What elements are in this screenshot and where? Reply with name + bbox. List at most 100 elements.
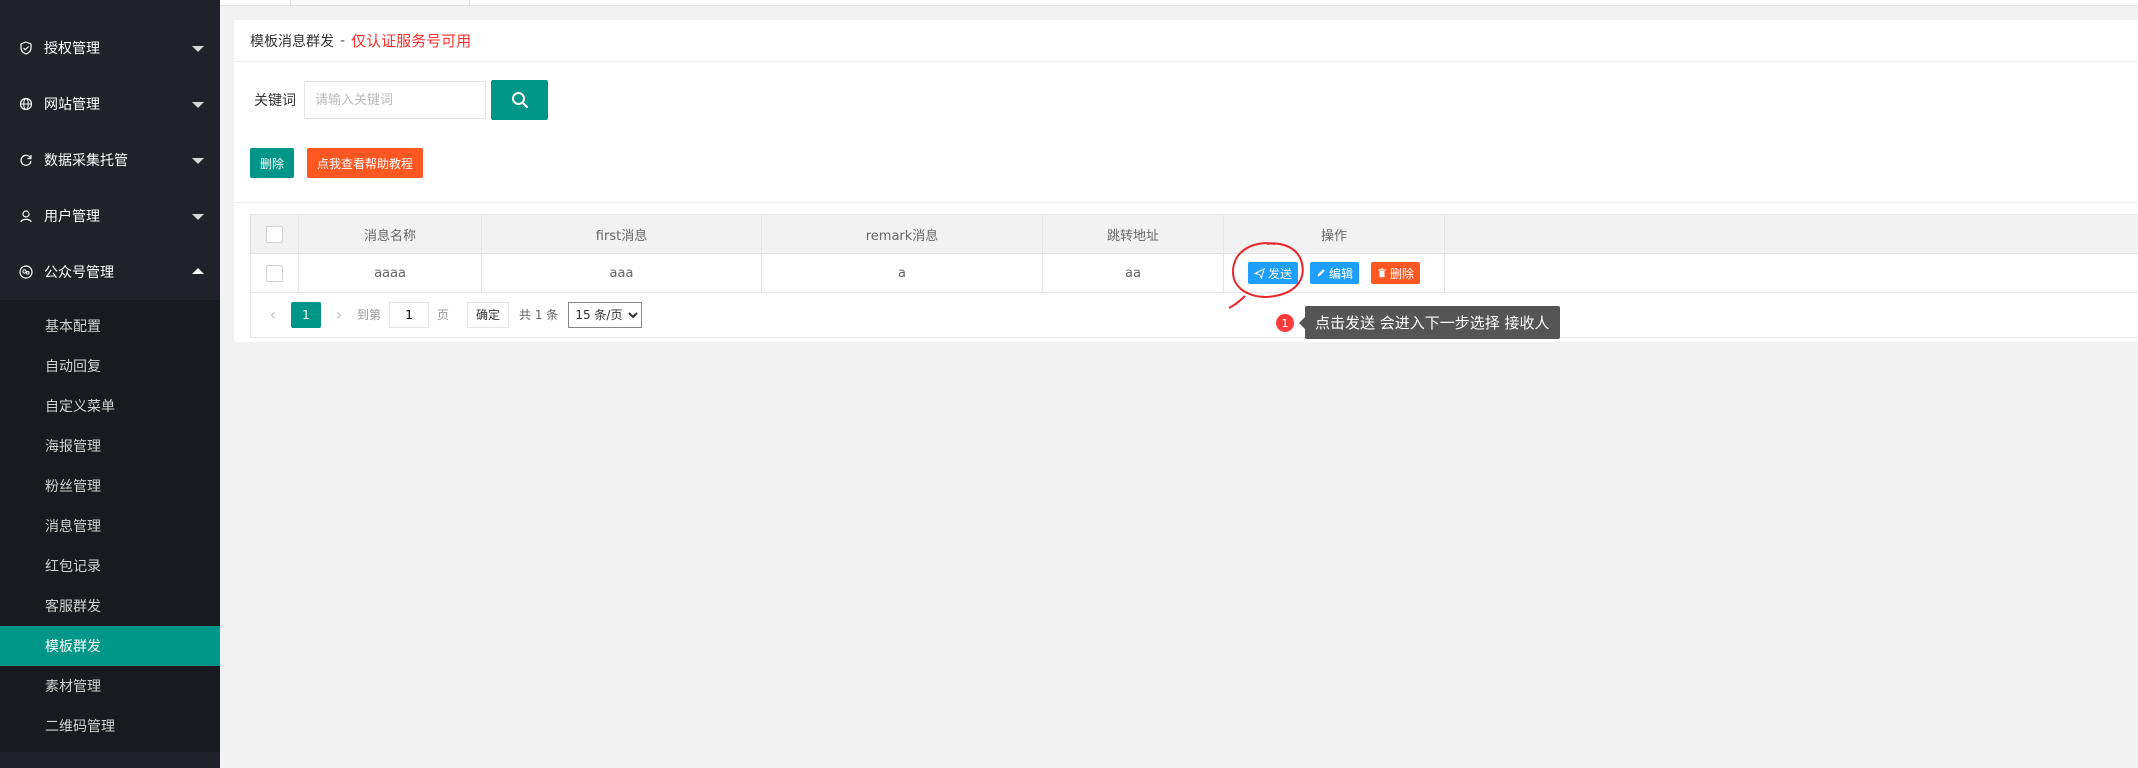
table-header-row: 消息名称 first消息 remark消息 跳转地址 操作 bbox=[251, 215, 2138, 254]
sidebar-item-auto-reply[interactable]: 自动回复 bbox=[0, 346, 220, 386]
chevron-down-icon bbox=[192, 46, 204, 52]
sidebar-item-messages[interactable]: 消息管理 bbox=[0, 506, 220, 546]
sidebar-item-materials[interactable]: 素材管理 bbox=[0, 666, 220, 706]
chevron-down-icon bbox=[192, 158, 204, 164]
refresh-icon bbox=[18, 152, 34, 168]
keyword-label: 关键词 bbox=[254, 93, 296, 109]
annotation-badge: 1 bbox=[1276, 314, 1294, 332]
column-header: first消息 bbox=[482, 215, 762, 253]
trash-icon bbox=[1378, 268, 1386, 278]
prev-page-icon[interactable]: ‹ bbox=[263, 305, 283, 324]
cell-remark: a bbox=[762, 254, 1043, 292]
sidebar-item-label: 基本配置 bbox=[45, 319, 101, 335]
search-icon bbox=[511, 92, 528, 109]
sidebar-item-label: 二维码管理 bbox=[45, 719, 115, 735]
column-header: 消息名称 bbox=[299, 215, 482, 253]
sidebar-group-authorization[interactable]: 授权管理 bbox=[0, 20, 220, 76]
sidebar-submenu: 基本配置 自动回复 自定义菜单 海报管理 粉丝管理 消息管理 红包记录 客服群发… bbox=[0, 300, 220, 752]
app-root: 授权管理 网站管理 数据采集托管 用户管理 公众号管理 基本配置 自动回复 自定… bbox=[0, 0, 2138, 768]
chevron-down-icon bbox=[192, 102, 204, 108]
toolbar: 删除 点我查看帮助教程 bbox=[250, 148, 436, 178]
row-checkbox[interactable] bbox=[266, 264, 283, 282]
table-row: aaaa aaa a aa 发送 编辑 删除 bbox=[251, 254, 2138, 293]
send-button[interactable]: 发送 bbox=[1247, 262, 1298, 284]
sidebar-item-label: 消息管理 bbox=[45, 519, 101, 535]
goto-label: 到第 bbox=[357, 308, 382, 322]
pencil-icon bbox=[1317, 269, 1325, 277]
header-checkbox-cell bbox=[251, 215, 299, 253]
column-header: remark消息 bbox=[762, 215, 1043, 253]
cell-actions: 发送 编辑 删除 bbox=[1224, 254, 1445, 292]
sidebar-item-poster[interactable]: 海报管理 bbox=[0, 426, 220, 466]
template-message-table: 消息名称 first消息 remark消息 跳转地址 操作 aaaa aaa a… bbox=[250, 214, 2138, 293]
cell-first: aaa bbox=[482, 254, 762, 292]
sidebar-item-label: 自定义菜单 bbox=[45, 399, 115, 415]
sidebar-item-label: 客服群发 bbox=[45, 599, 101, 615]
sidebar-group-label: 公众号管理 bbox=[44, 265, 114, 281]
shield-check-icon bbox=[18, 40, 34, 56]
search-row: 关键词 bbox=[254, 80, 548, 120]
chevron-up-icon bbox=[192, 268, 204, 274]
sidebar-group-website[interactable]: 网站管理 bbox=[0, 76, 220, 132]
page-size-select[interactable]: 15 条/页 bbox=[568, 301, 643, 328]
header-filler bbox=[1445, 215, 2138, 253]
sidebar-item-red-packet[interactable]: 红包记录 bbox=[0, 546, 220, 586]
column-header: 操作 bbox=[1224, 215, 1445, 253]
user-icon bbox=[18, 208, 34, 224]
cell-url: aa bbox=[1043, 254, 1224, 292]
sidebar-item-template-broadcast[interactable]: 模板群发 bbox=[0, 626, 220, 666]
send-icon bbox=[1253, 267, 1265, 279]
chevron-down-icon bbox=[192, 214, 204, 220]
sidebar-group-users[interactable]: 用户管理 bbox=[0, 188, 220, 244]
sidebar-item-service-broadcast[interactable]: 客服群发 bbox=[0, 586, 220, 626]
next-page-icon[interactable]: › bbox=[329, 305, 349, 324]
wechat-icon bbox=[18, 264, 34, 280]
delete-row-button[interactable]: 删除 bbox=[1371, 262, 1421, 284]
sidebar-group-data-collection[interactable]: 数据采集托管 bbox=[0, 132, 220, 188]
column-header: 跳转地址 bbox=[1043, 215, 1224, 253]
content-card: 模板消息群发 - 仅认证服务号可用 关键词 删除 点我查看帮助教程 消息名称 f… bbox=[234, 20, 2138, 342]
globe-icon bbox=[18, 96, 34, 112]
total-count: 共 1 条 bbox=[519, 308, 559, 322]
page-unit-label: 页 bbox=[437, 308, 450, 322]
goto-page-input[interactable] bbox=[389, 301, 430, 328]
current-page[interactable]: 1 bbox=[291, 301, 321, 328]
delete-selected-button[interactable]: 删除 bbox=[250, 148, 295, 178]
sidebar: 授权管理 网站管理 数据采集托管 用户管理 公众号管理 基本配置 自动回复 自定… bbox=[0, 0, 220, 768]
top-tab-bar bbox=[220, 0, 2138, 6]
sidebar-item-basic-config[interactable]: 基本配置 bbox=[0, 306, 220, 346]
annotation-tooltip: 点击发送 会进入下一步选择 接收人 bbox=[1299, 306, 1560, 339]
sidebar-item-label: 模板群发 bbox=[45, 639, 101, 655]
delete-label: 删除 bbox=[1390, 266, 1415, 281]
row-checkbox-cell bbox=[251, 254, 299, 292]
sidebar-item-fans[interactable]: 粉丝管理 bbox=[0, 466, 220, 506]
sidebar-group-official-account[interactable]: 公众号管理 bbox=[0, 244, 220, 300]
send-label: 发送 bbox=[1267, 266, 1292, 281]
card-header: 模板消息群发 - 仅认证服务号可用 bbox=[234, 20, 2138, 62]
sidebar-item-label: 粉丝管理 bbox=[45, 479, 101, 495]
sidebar-item-label: 自动回复 bbox=[45, 359, 101, 375]
edit-label: 编辑 bbox=[1328, 266, 1353, 281]
sidebar-item-label: 素材管理 bbox=[45, 679, 101, 695]
sidebar-group-label: 授权管理 bbox=[44, 41, 100, 57]
tab-current[interactable] bbox=[290, 0, 470, 5]
service-account-warning: 仅认证服务号可用 bbox=[351, 32, 472, 50]
sidebar-group-label: 数据采集托管 bbox=[44, 153, 128, 169]
pagination: ‹ 1 › 到第 页 确定 共 1 条 15 条/页 bbox=[250, 292, 2138, 338]
search-button[interactable] bbox=[491, 80, 548, 120]
sidebar-item-label: 海报管理 bbox=[45, 439, 101, 455]
sidebar-item-custom-menu[interactable]: 自定义菜单 bbox=[0, 386, 220, 426]
sidebar-item-label: 红包记录 bbox=[45, 559, 101, 575]
divider bbox=[234, 202, 2138, 203]
sidebar-item-qrcode[interactable]: 二维码管理 bbox=[0, 706, 220, 746]
keyword-input[interactable] bbox=[304, 81, 486, 119]
sidebar-group-label: 用户管理 bbox=[44, 209, 100, 225]
row-filler bbox=[1445, 254, 2138, 292]
help-tutorial-button[interactable]: 点我查看帮助教程 bbox=[307, 148, 424, 178]
title-separator: - bbox=[340, 32, 346, 49]
goto-confirm-button[interactable]: 确定 bbox=[467, 301, 510, 328]
edit-button[interactable]: 编辑 bbox=[1309, 262, 1359, 284]
page-title: 模板消息群发 bbox=[250, 33, 334, 50]
sidebar-group-label: 网站管理 bbox=[44, 97, 100, 113]
select-all-checkbox[interactable] bbox=[266, 225, 283, 243]
